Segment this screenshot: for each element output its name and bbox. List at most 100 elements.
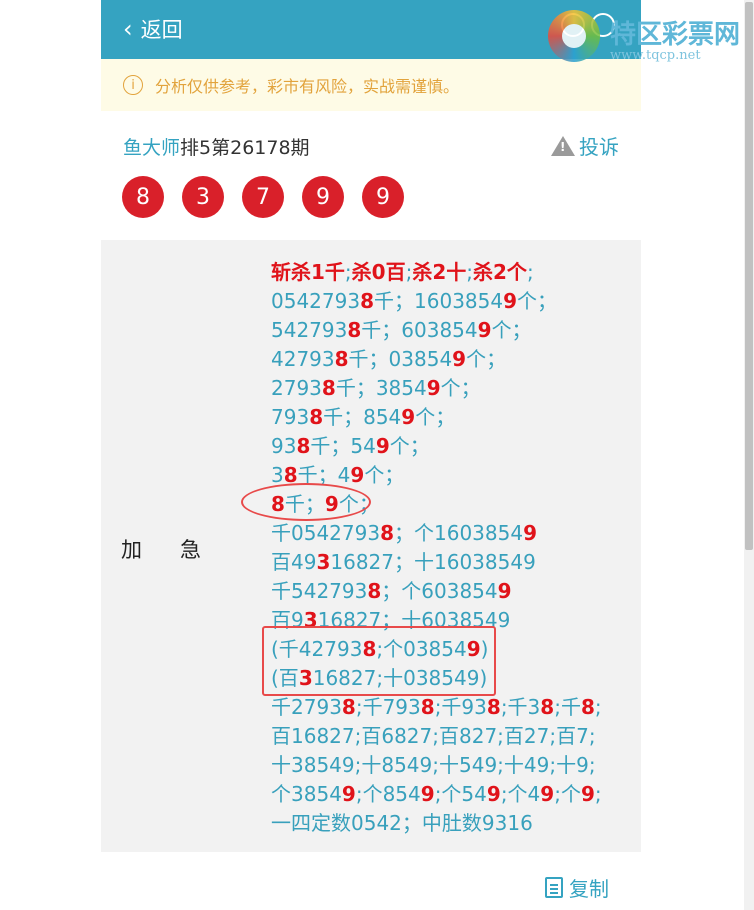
analysis-text: 千；160385	[374, 289, 491, 313]
analysis-text: 542793	[271, 318, 348, 342]
analysis-line: 十38549;十8549;十549;十49;十9;	[271, 751, 602, 780]
analysis-text: 个；	[466, 347, 507, 371]
analysis-text: 千；3854	[335, 376, 427, 400]
analysis-text: 千279	[271, 695, 330, 719]
analysis-text: ;千3	[500, 695, 541, 719]
highlight-digit: 9	[420, 782, 435, 806]
highlight-digit: 8	[420, 695, 435, 719]
result-balls: 8 3 7 9 9	[122, 176, 404, 218]
analysis-text: 3	[329, 695, 342, 719]
highlight-digit: 8	[380, 521, 394, 545]
analysis-text: 793	[271, 405, 310, 429]
analysis-line: 个38549;个8549;个549;个49;个9;	[271, 780, 602, 809]
scrollbar[interactable]	[744, 0, 754, 910]
analysis-text: 4	[408, 782, 421, 806]
analysis-text: ;个5	[434, 782, 475, 806]
highlight-digit: 9	[540, 782, 555, 806]
analysis-text: ;千79	[355, 695, 409, 719]
analysis-text: 2793	[271, 376, 322, 400]
highlight-digit: 8	[360, 289, 375, 313]
chevron-left-icon: ‹	[123, 15, 133, 43]
highlight-digit: 9	[523, 521, 537, 545]
highlight-digit: 杀2个	[473, 260, 527, 284]
analysis-text: 十38549;十8549;十549;十49;十9;	[271, 753, 596, 777]
analysis-text: 个；	[517, 289, 558, 313]
scrollbar-thumb[interactable]	[745, 2, 753, 550]
title-bar: 鱼大师排5第26178期 ! 投诉	[101, 111, 641, 181]
analysis-line: 427938千；038549个；	[271, 345, 602, 374]
highlight-digit: 9	[580, 782, 595, 806]
analysis-text: 4	[490, 289, 504, 313]
analysis-text: 百16827;百6827;百827;百27;百7;	[271, 724, 596, 748]
copy-label: 复制	[569, 877, 609, 901]
highlight-digit: 9	[503, 289, 518, 313]
highlight-digit: 3	[316, 550, 331, 574]
analysis-text: 个；	[440, 376, 481, 400]
highlight-digit: 杀2十	[412, 260, 467, 284]
highlight-digit: 9	[477, 318, 492, 342]
analysis-line: 千27938;千7938;千938;千38;千8;	[271, 693, 602, 722]
analysis-text: 3	[408, 695, 421, 719]
warning-icon: !	[551, 135, 575, 156]
number-ball: 8	[122, 176, 164, 218]
analysis-text: 千0542793	[271, 521, 381, 545]
analysis-text: ;	[594, 782, 602, 806]
highlight-digit: 杀0百	[351, 260, 406, 284]
analysis-line: 938千；549个；	[271, 432, 602, 461]
page-title: 鱼大师排5第26178期	[123, 133, 310, 160]
number-ball: 9	[362, 176, 404, 218]
highlight-digit: 8	[540, 695, 555, 719]
author-name[interactable]: 鱼大师	[123, 137, 180, 159]
analysis-text: ;千	[554, 695, 581, 719]
analysis-text: 42793	[271, 347, 335, 371]
analysis-text: 个；	[364, 463, 405, 487]
back-button[interactable]: ‹ 返回	[123, 14, 183, 44]
analysis-text: 3	[474, 695, 487, 719]
highlight-digit: 8	[367, 579, 382, 603]
analysis-text: 千；603854	[361, 318, 478, 342]
analysis-text: ;	[466, 260, 474, 284]
analysis-text: 054279	[271, 289, 348, 313]
analysis-text: 93	[271, 434, 297, 458]
highlight-digit: 8	[309, 405, 324, 429]
panel-label: 加急	[121, 538, 239, 562]
analysis-text: ；个603854	[381, 579, 498, 603]
highlight-digit: 9	[350, 463, 365, 487]
highlight-digit: 8	[486, 695, 501, 719]
copy-button[interactable]: 复制	[545, 873, 609, 902]
highlight-box	[262, 626, 496, 696]
analysis-panel: 加急 斩杀1千;杀0百;杀2十;杀2个; 05427938千；16038549个；…	[101, 240, 641, 852]
number-ball: 3	[182, 176, 224, 218]
analysis-line: 百49316827；十16038549	[271, 548, 602, 577]
analysis-text: 千；854	[323, 405, 402, 429]
watermark-name: 特区彩票网	[610, 20, 741, 50]
analysis-text: 4	[329, 782, 342, 806]
info-icon: i	[123, 75, 143, 95]
analysis-text: ;个85	[355, 782, 409, 806]
analysis-text: ;个4	[500, 782, 541, 806]
highlight-digit: 8	[341, 695, 356, 719]
analysis-text: 个；	[389, 434, 430, 458]
highlight-digit: 8	[321, 376, 336, 400]
highlight-digit: 8	[580, 695, 595, 719]
highlight-digit: 8	[347, 318, 362, 342]
watermark-url: www.tqcp.net	[610, 48, 701, 63]
notice-text: 分析仅供参考，彩市有风险，实战需谨慎。	[155, 77, 460, 96]
analysis-line: 27938千；38549个；	[271, 374, 602, 403]
highlight-oval	[241, 483, 371, 521]
back-label: 返回	[140, 18, 183, 42]
highlight-digit: 9	[375, 434, 390, 458]
analysis-text: ;千9	[434, 695, 475, 719]
analysis-text: 一四定数0542；中肚数9316	[271, 811, 533, 835]
analysis-text: 百49	[271, 550, 317, 574]
highlight-digit: 9	[401, 405, 416, 429]
complain-button[interactable]: ! 投诉	[551, 131, 619, 160]
analysis-text: ；个1603854	[394, 521, 524, 545]
analysis-text: 千；54	[310, 434, 376, 458]
number-ball: 7	[242, 176, 284, 218]
analysis-line: 05427938千；16038549个；	[271, 287, 602, 316]
highlight-digit: 9	[426, 376, 441, 400]
highlight-digit: 斩杀1千	[271, 260, 345, 284]
highlight-digit: 9	[486, 782, 501, 806]
analysis-text: ;个	[554, 782, 581, 806]
